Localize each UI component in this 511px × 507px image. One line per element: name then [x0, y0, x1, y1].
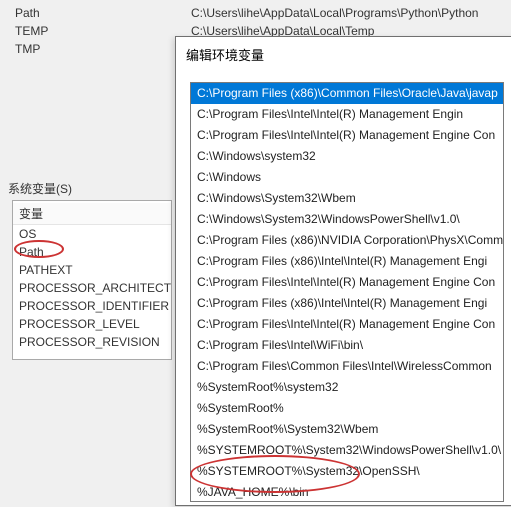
path-entry[interactable]: C:\Program Files\Intel\Intel(R) Manageme… — [191, 104, 503, 125]
dialog-title: 编辑环境变量 — [176, 37, 511, 72]
system-vars-section-label: 系统变量(S) — [8, 180, 72, 197]
system-vars-list[interactable]: 变量 OS Path PATHEXT PROCESSOR_ARCHITECT P… — [12, 200, 172, 360]
list-item[interactable]: OS — [13, 225, 171, 243]
path-entry[interactable]: C:\Windows\System32\WindowsPowerShell\v1… — [191, 209, 503, 230]
user-var-tmp-label: TMP — [15, 42, 75, 56]
path-entry[interactable]: %SystemRoot%\system32 — [191, 377, 503, 398]
path-entry[interactable]: C:\Windows — [191, 167, 503, 188]
path-entry[interactable]: C:\Program Files\Intel\Intel(R) Manageme… — [191, 314, 503, 335]
path-entry[interactable]: C:\Program Files (x86)\Common Files\Orac… — [191, 83, 503, 104]
list-item[interactable]: Path — [13, 243, 171, 261]
path-entry[interactable]: C:\Program Files\Intel\Intel(R) Manageme… — [191, 272, 503, 293]
path-entry[interactable]: C:\Program Files\Common Files\Intel\Wire… — [191, 356, 503, 377]
user-var-path-value: C:\Users\lihe\AppData\Local\Programs\Pyt… — [191, 4, 509, 22]
path-entry[interactable]: C:\Program Files (x86)\Intel\Intel(R) Ma… — [191, 293, 503, 314]
env-vars-back-panel: Path TEMP TMP 系统变量(S) 变量 OS Path PATHEXT… — [0, 0, 180, 507]
path-entry[interactable]: C:\Program Files (x86)\Intel\Intel(R) Ma… — [191, 251, 503, 272]
edit-env-var-dialog: 编辑环境变量 C:\Program Files (x86)\Common Fil… — [175, 36, 511, 506]
user-var-temp-label: TEMP — [15, 24, 75, 38]
path-entry[interactable]: %SYSTEMROOT%\System32\OpenSSH\ — [191, 461, 503, 482]
list-item[interactable]: PROCESSOR_REVISION — [13, 333, 171, 351]
path-entry[interactable]: C:\Windows\System32\Wbem — [191, 188, 503, 209]
path-entry[interactable]: C:\Program Files\Intel\WiFi\bin\ — [191, 335, 503, 356]
list-item[interactable]: PROCESSOR_LEVEL — [13, 315, 171, 333]
list-item[interactable]: PROCESSOR_ARCHITECT — [13, 279, 171, 297]
path-entry[interactable]: %SYSTEMROOT%\System32\WindowsPowerShell\… — [191, 440, 503, 461]
user-var-path-label: Path — [15, 6, 75, 20]
path-entry[interactable]: C:\Windows\system32 — [191, 146, 503, 167]
path-entry[interactable]: C:\Program Files\Intel\Intel(R) Manageme… — [191, 125, 503, 146]
path-entry[interactable]: C:\Program Files (x86)\NVIDIA Corporatio… — [191, 230, 503, 251]
list-item[interactable]: PATHEXT — [13, 261, 171, 279]
system-vars-header: 变量 — [13, 203, 171, 225]
path-entries-list[interactable]: C:\Program Files (x86)\Common Files\Orac… — [190, 82, 504, 502]
list-item[interactable]: PROCESSOR_IDENTIFIER — [13, 297, 171, 315]
path-entry[interactable]: %JAVA_HOME%\bin — [191, 482, 503, 502]
path-entry[interactable]: %SystemRoot% — [191, 398, 503, 419]
path-entry[interactable]: %SystemRoot%\System32\Wbem — [191, 419, 503, 440]
